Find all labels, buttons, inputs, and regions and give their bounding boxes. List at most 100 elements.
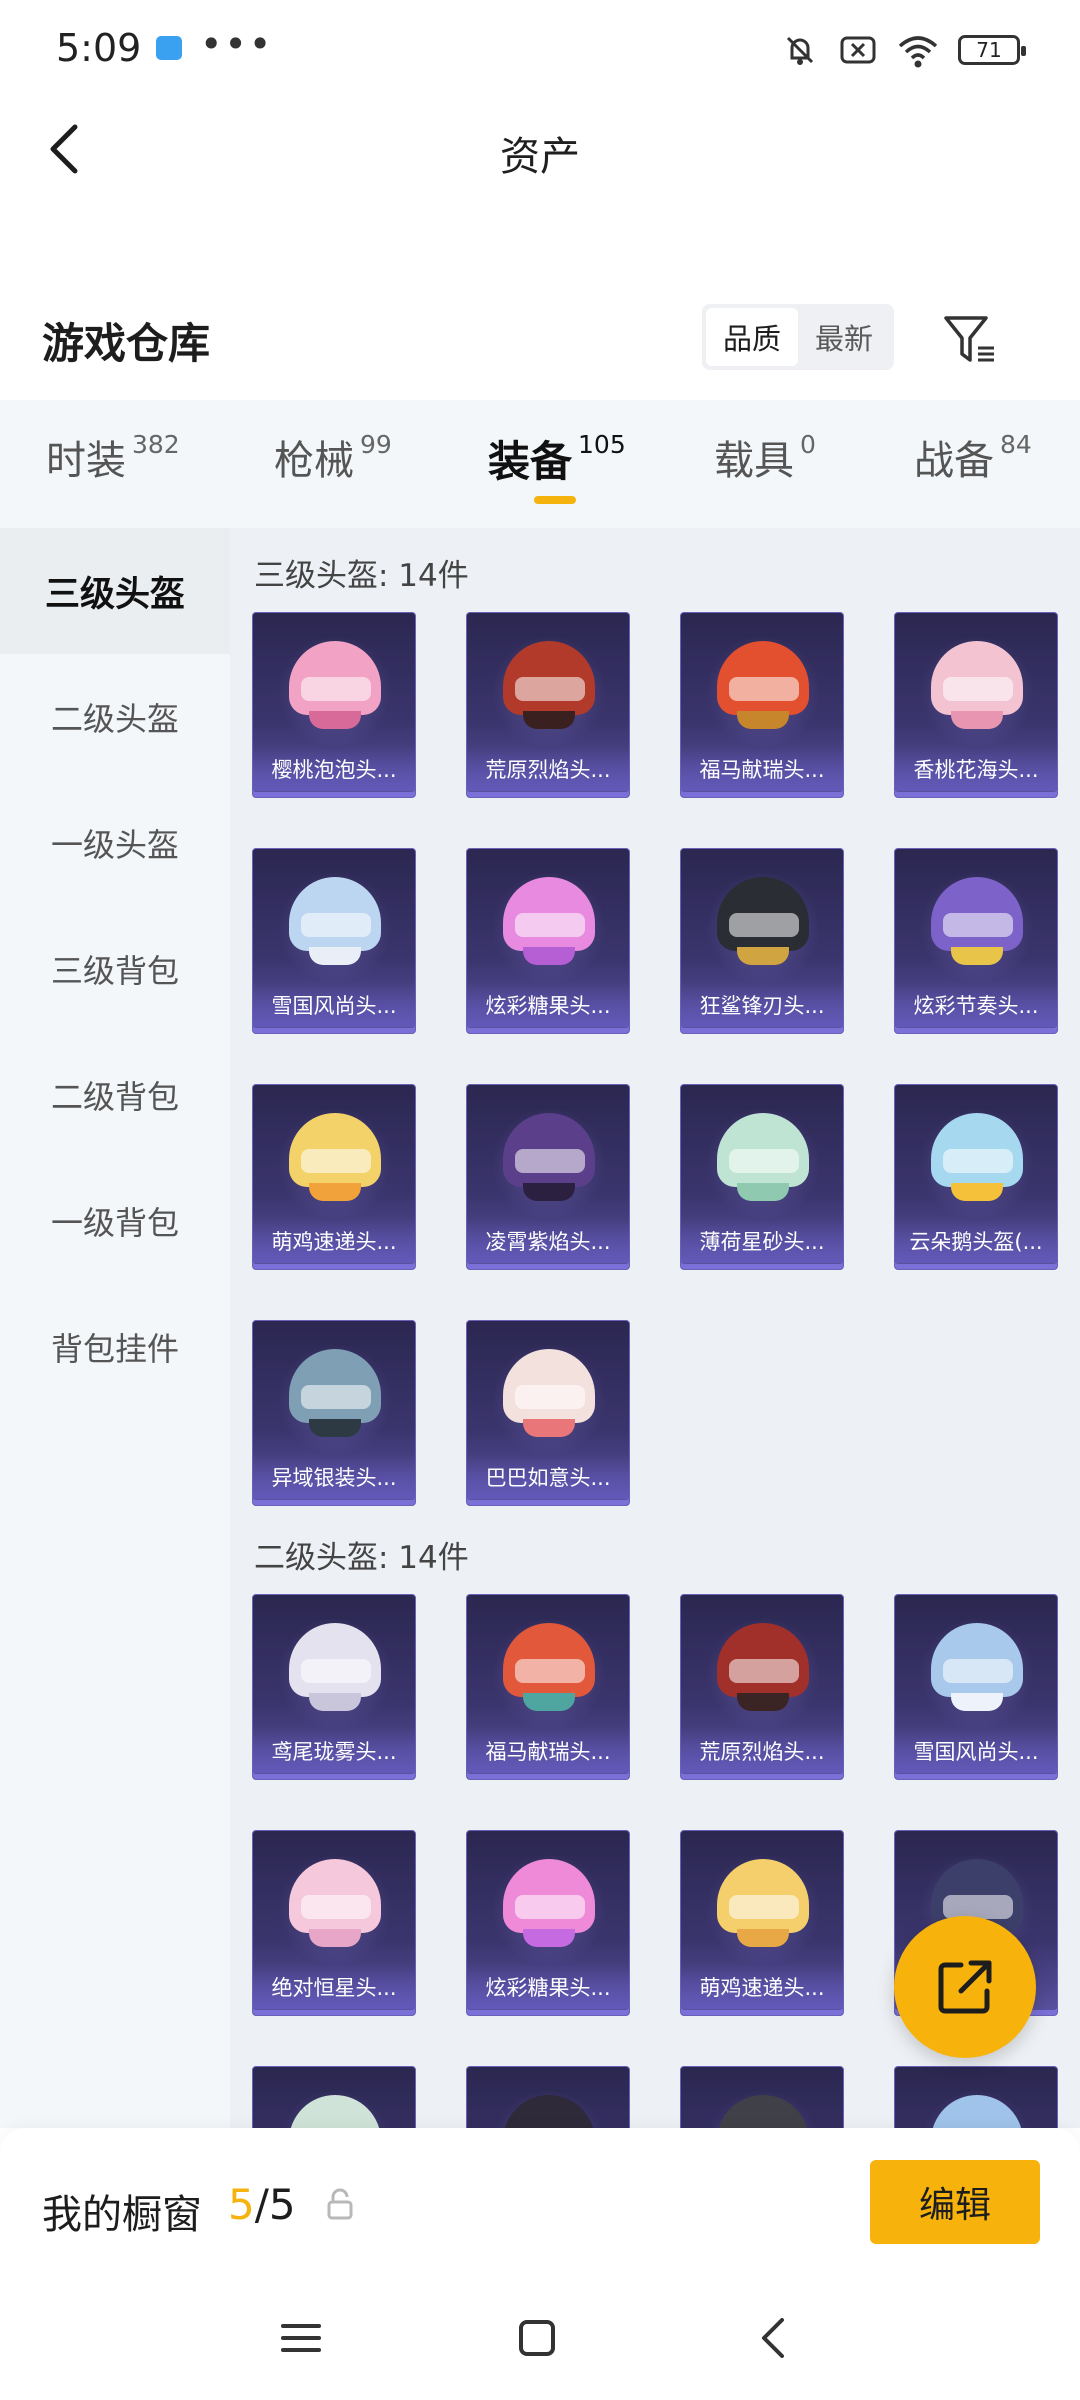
status-icons: 71 xyxy=(780,30,1026,70)
helmet-icon xyxy=(931,1113,1023,1209)
helmet-visor xyxy=(515,1385,585,1409)
tab-count: 0 xyxy=(800,430,816,459)
nav-back-button[interactable] xyxy=(738,2308,808,2368)
helmet-visor xyxy=(301,913,371,937)
filter-button[interactable] xyxy=(940,310,1000,370)
item-name: 荒原烈焰头... xyxy=(681,1729,843,1773)
edit-button[interactable]: 编辑 xyxy=(870,2160,1040,2244)
page-title: 资产 xyxy=(500,134,580,180)
item-card[interactable] xyxy=(680,2066,844,2128)
helmet-visor xyxy=(515,1895,585,1919)
tab-label: 时装 xyxy=(46,438,126,484)
tab-count: 99 xyxy=(360,430,392,459)
sidebar-item-level2-backpack[interactable]: 二级背包 xyxy=(0,1032,230,1158)
helmet-chin xyxy=(523,1419,575,1437)
item-card[interactable]: 凌霄紫焰头... xyxy=(466,1084,630,1270)
active-tab-indicator xyxy=(534,496,576,504)
tab-vehicles[interactable]: 载具 0 xyxy=(714,428,816,486)
tab-weapons[interactable]: 枪械 99 xyxy=(274,428,392,486)
share-button[interactable] xyxy=(894,1916,1036,2058)
item-card[interactable]: 绝对恒星头... xyxy=(252,1830,416,2016)
tab-label: 战备 xyxy=(914,438,994,484)
item-name: 云朵鹅头盔(... xyxy=(895,1219,1057,1263)
item-card[interactable]: 狂鲨锋刃头... xyxy=(680,848,844,1034)
tab-equipment[interactable]: 装备 105 xyxy=(488,428,626,489)
showcase-count: 5/5 xyxy=(228,2180,296,2229)
helmet-dome xyxy=(717,2095,809,2128)
share-icon xyxy=(938,1960,992,2014)
item-card[interactable] xyxy=(466,2066,630,2128)
helmet-icon xyxy=(717,1623,809,1719)
helmet-chin xyxy=(737,1693,789,1711)
item-card[interactable]: 香桃花海头... xyxy=(894,612,1058,798)
helmet-visor xyxy=(515,913,585,937)
showcase-separator: / xyxy=(254,2180,269,2229)
helmet-chin xyxy=(309,947,361,965)
helmet-chin xyxy=(951,1693,1003,1711)
home-square-icon xyxy=(519,2320,555,2356)
helmet-chin xyxy=(523,1183,575,1201)
helmet-icon xyxy=(289,2095,381,2128)
showcase-total: 5 xyxy=(268,2180,296,2229)
item-card[interactable]: 雪国风尚头... xyxy=(252,848,416,1034)
item-card[interactable] xyxy=(894,2066,1058,2128)
item-card[interactable] xyxy=(252,2066,416,2128)
category-tabs: 时装 382 枪械 99 装备 105 载具 0 战备 84 xyxy=(0,400,1080,528)
helmet-visor xyxy=(301,677,371,701)
item-card[interactable]: 鸢尾珑雾头... xyxy=(252,1594,416,1780)
item-card[interactable]: 萌鸡速递头... xyxy=(252,1084,416,1270)
sidebar-item-level2-helmet[interactable]: 二级头盔 xyxy=(0,654,230,780)
item-grid: 三级头盔: 14件 二级头盔: 14件 樱桃泡泡头... 荒原烈焰头... 福马献瑞… xyxy=(230,528,1080,2128)
battery-icon: 71 xyxy=(958,35,1026,65)
item-card[interactable]: 樱桃泡泡头... xyxy=(252,612,416,798)
helmet-chin xyxy=(951,1183,1003,1201)
system-nav-bar xyxy=(0,2280,1080,2400)
item-card[interactable]: 荒原烈焰头... xyxy=(466,612,630,798)
helmet-chin xyxy=(309,1693,361,1711)
helmet-icon xyxy=(289,1623,381,1719)
sidebar-item-level1-backpack[interactable]: 一级背包 xyxy=(0,1158,230,1284)
sidebar-item-level3-backpack[interactable]: 三级背包 xyxy=(0,906,230,1032)
sidebar-item-level1-helmet[interactable]: 一级头盔 xyxy=(0,780,230,906)
sort-toggle: 品质 最新 xyxy=(702,304,894,370)
item-card[interactable]: 云朵鹅头盔(... xyxy=(894,1084,1058,1270)
item-card[interactable]: 薄荷星砂头... xyxy=(680,1084,844,1270)
helmet-visor xyxy=(301,1149,371,1173)
helmet-visor xyxy=(301,1895,371,1919)
helmet-chin xyxy=(309,1929,361,1947)
helmet-visor xyxy=(943,1895,1013,1919)
nav-home-button[interactable] xyxy=(502,2308,572,2368)
helmet-visor xyxy=(515,1149,585,1173)
nav-menu-button[interactable] xyxy=(266,2308,336,2368)
item-card[interactable]: 炫彩糖果头... xyxy=(466,1830,630,2016)
item-name: 异域银装头... xyxy=(253,1455,415,1499)
sort-by-quality[interactable]: 品质 xyxy=(706,308,798,366)
tab-supplies[interactable]: 战备 84 xyxy=(914,428,1032,486)
sort-by-newest[interactable]: 最新 xyxy=(798,308,890,366)
item-name: 萌鸡速递头... xyxy=(681,1965,843,2009)
item-card[interactable]: 荒原烈焰头... xyxy=(680,1594,844,1780)
sidebar-item-backpack-charm[interactable]: 背包挂件 xyxy=(0,1284,230,1410)
item-card[interactable]: 萌鸡速递头... xyxy=(680,1830,844,2016)
item-card[interactable]: 巴巴如意头... xyxy=(466,1320,630,1506)
lock-icon xyxy=(327,2188,353,2220)
item-card[interactable]: 炫彩糖果头... xyxy=(466,848,630,1034)
item-name: 雪国风尚头... xyxy=(895,1729,1057,1773)
helmet-chin xyxy=(523,947,575,965)
item-card[interactable]: 异域银装头... xyxy=(252,1320,416,1506)
item-card[interactable]: 炫彩节奏头... xyxy=(894,848,1058,1034)
helmet-visor xyxy=(943,1149,1013,1173)
tab-fashion[interactable]: 时装 382 xyxy=(46,428,180,486)
item-name: 薄荷星砂头... xyxy=(681,1219,843,1263)
sidebar-item-level3-helmet[interactable]: 三级头盔 xyxy=(0,528,230,654)
item-name: 炫彩节奏头... xyxy=(895,983,1057,1027)
showcase-current: 5 xyxy=(228,2180,255,2229)
item-card[interactable]: 福马献瑞头... xyxy=(466,1594,630,1780)
item-card[interactable]: 雪国风尚头... xyxy=(894,1594,1058,1780)
item-name: 荒原烈焰头... xyxy=(467,747,629,791)
item-card[interactable]: 福马献瑞头... xyxy=(680,612,844,798)
helmet-chin xyxy=(951,947,1003,965)
item-name: 巴巴如意头... xyxy=(467,1455,629,1499)
helmet-icon xyxy=(717,641,809,737)
item-name: 炫彩糖果头... xyxy=(467,1965,629,2009)
